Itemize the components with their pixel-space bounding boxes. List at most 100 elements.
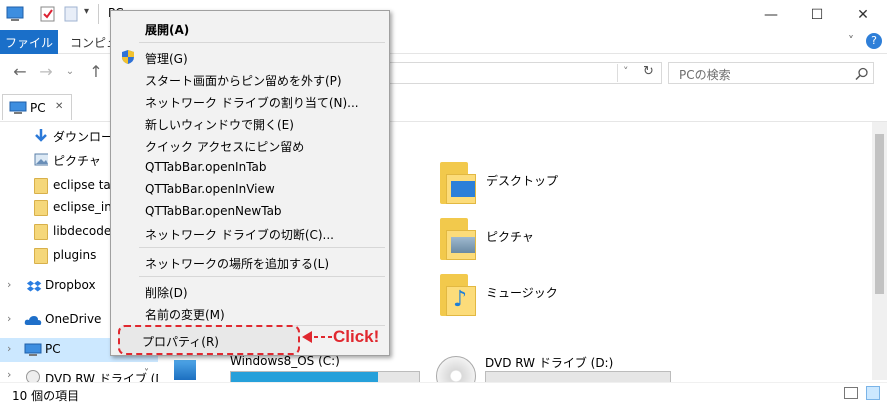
menu-separator xyxy=(139,247,385,248)
menu-item-label: クイック アクセスにピン留め xyxy=(145,140,305,154)
folder-item-music[interactable]: ♪ ミュージック xyxy=(438,272,638,322)
details-view-icon[interactable] xyxy=(844,387,858,399)
computer-icon xyxy=(6,6,24,21)
download-icon xyxy=(35,129,47,142)
tab-pc[interactable]: PC ✕ xyxy=(2,94,72,120)
menu-item-label: QTTabBar.openInTab xyxy=(145,160,267,174)
refresh-icon[interactable]: ↻ xyxy=(643,64,654,79)
file-tab[interactable]: ファイル xyxy=(0,30,58,54)
nav-item-label: OneDrive xyxy=(45,312,102,326)
forward-arrow-icon[interactable]: → xyxy=(36,62,56,82)
nav-item-label: ピクチャ xyxy=(53,154,101,168)
menu-item-unpin-start[interactable]: スタート画面からピン留めを外す(P) xyxy=(113,68,387,90)
nav-item-label: eclipse tag xyxy=(53,178,119,192)
close-icon[interactable]: ✕ xyxy=(55,101,63,112)
nav-item-label: plugins xyxy=(53,248,97,262)
nav-item-label: PC xyxy=(45,342,61,356)
menu-item-disconnect-network-drive[interactable]: ネットワーク ドライブの切断(C)... xyxy=(113,222,387,244)
dropbox-icon xyxy=(26,280,42,292)
folder-item-desktop[interactable]: デスクトップ xyxy=(438,160,638,210)
minimize-button[interactable]: — xyxy=(748,0,794,30)
divider xyxy=(617,64,618,82)
address-bar[interactable]: ˅ ↻ xyxy=(388,62,662,84)
menu-item-qttab-open-new-tab[interactable]: QTTabBar.openNewTab xyxy=(113,200,387,222)
item-count: 10 個の項目 xyxy=(12,389,80,403)
close-button[interactable]: ✕ xyxy=(840,0,886,30)
menu-separator xyxy=(139,42,385,43)
menu-item-delete[interactable]: 削除(D) xyxy=(113,280,387,302)
folder-label: デスクトップ xyxy=(486,174,559,188)
context-menu: 展開(A) 管理(G) スタート画面からピン留めを外す(P) ネットワーク ドラ… xyxy=(110,10,390,356)
vertical-scrollbar[interactable] xyxy=(872,122,887,380)
menu-item-label: QTTabBar.openNewTab xyxy=(145,204,282,218)
tab-pc-label: PC xyxy=(30,101,46,115)
status-bar: 10 個の項目 xyxy=(0,382,887,404)
chevron-right-icon[interactable]: › xyxy=(7,342,11,355)
new-folder-icon[interactable] xyxy=(64,6,78,22)
folder-label: ミュージック xyxy=(486,286,558,300)
menu-separator xyxy=(139,276,385,277)
maximize-button[interactable]: ☐ xyxy=(794,0,840,30)
back-arrow-icon[interactable]: ← xyxy=(10,62,30,82)
menu-item-open-new-window[interactable]: 新しいウィンドウで開く(E) xyxy=(113,112,387,134)
pc-icon xyxy=(24,343,42,356)
drive-c-label[interactable]: Windows8_OS (C:) xyxy=(230,354,340,368)
menu-item-label: スタート画面からピン留めを外す(P) xyxy=(145,74,342,88)
folder-icon xyxy=(34,248,48,264)
pc-icon xyxy=(9,101,27,114)
menu-item-label: 削除(D) xyxy=(145,286,188,300)
search-icon[interactable] xyxy=(855,67,869,81)
chevron-right-icon[interactable]: › xyxy=(7,370,11,381)
folder-item-pictures[interactable]: ピクチャ xyxy=(438,216,638,266)
folder-icon xyxy=(34,200,48,216)
click-annotation: Click! xyxy=(333,327,380,346)
ribbon-expand-icon[interactable]: ˅ xyxy=(848,34,854,48)
menu-item-rename[interactable]: 名前の変更(M) xyxy=(113,302,387,324)
recent-dropdown-icon[interactable]: ⌄ xyxy=(60,62,80,82)
menu-item-label: ネットワーク ドライブの割り当て(N)... xyxy=(145,96,359,110)
shield-icon xyxy=(122,50,134,64)
nav-item-label: eclipse_ins xyxy=(53,200,119,214)
properties-icon[interactable] xyxy=(40,6,56,22)
menu-item-qttab-open-in-tab[interactable]: QTTabBar.openInTab xyxy=(113,156,387,178)
windows-drive-icon xyxy=(174,360,196,380)
menu-item-label: QTTabBar.openInView xyxy=(145,182,275,196)
search-placeholder: PCの検索 xyxy=(679,68,731,82)
folder-label: ピクチャ xyxy=(486,230,534,244)
menu-item-label: ネットワーク ドライブの切断(C)... xyxy=(145,228,335,242)
address-dropdown-icon[interactable]: ˅ xyxy=(623,65,629,78)
menu-item-label: 展開(A) xyxy=(145,23,190,37)
menu-item-label: ネットワークの場所を追加する(L) xyxy=(145,257,330,271)
pictures-icon xyxy=(34,153,48,166)
folder-icon xyxy=(34,178,48,194)
music-folder-icon: ♪ xyxy=(438,272,478,318)
drive-d-label[interactable]: DVD RW ドライブ (D:) xyxy=(485,354,613,371)
chevron-right-icon[interactable]: › xyxy=(7,278,11,291)
help-icon[interactable]: ? xyxy=(866,33,882,49)
onedrive-icon xyxy=(24,316,42,325)
folder-icon xyxy=(34,224,48,240)
menu-item-label: 管理(G) xyxy=(145,52,188,66)
menu-item-manage[interactable]: 管理(G) xyxy=(113,46,387,68)
menu-item-label: プロパティ(R) xyxy=(142,335,219,349)
desktop-folder-icon xyxy=(438,160,478,206)
annotation-arrow-icon xyxy=(302,331,332,343)
menu-item-qttab-open-in-view[interactable]: QTTabBar.openInView xyxy=(113,178,387,200)
menu-item-add-network-location[interactable]: ネットワークの場所を追加する(L) xyxy=(113,251,387,273)
scroll-thumb[interactable] xyxy=(875,134,884,294)
nav-item-label: libdecoder xyxy=(53,224,117,238)
menu-item-properties[interactable]: プロパティ(R) xyxy=(118,325,300,355)
chevron-right-icon[interactable]: › xyxy=(7,312,11,325)
menu-item-map-network-drive[interactable]: ネットワーク ドライブの割り当て(N)... xyxy=(113,90,387,112)
nav-item-label: Dropbox xyxy=(45,278,96,292)
up-arrow-icon[interactable]: ↑ xyxy=(86,62,106,82)
menu-item-label: 新しいウィンドウで開く(E) xyxy=(145,118,294,132)
scroll-down-arrow-icon[interactable]: ˅ xyxy=(144,368,149,379)
large-icons-view-icon[interactable] xyxy=(866,386,880,400)
quick-access-dropdown-icon[interactable]: ▾ xyxy=(84,6,89,22)
search-input[interactable]: PCの検索 xyxy=(668,62,874,84)
menu-item-expand[interactable]: 展開(A) xyxy=(113,17,387,39)
menu-item-pin-quick-access[interactable]: クイック アクセスにピン留め xyxy=(113,134,387,156)
menu-item-label: 名前の変更(M) xyxy=(145,308,225,322)
pictures-folder-icon xyxy=(438,216,478,262)
